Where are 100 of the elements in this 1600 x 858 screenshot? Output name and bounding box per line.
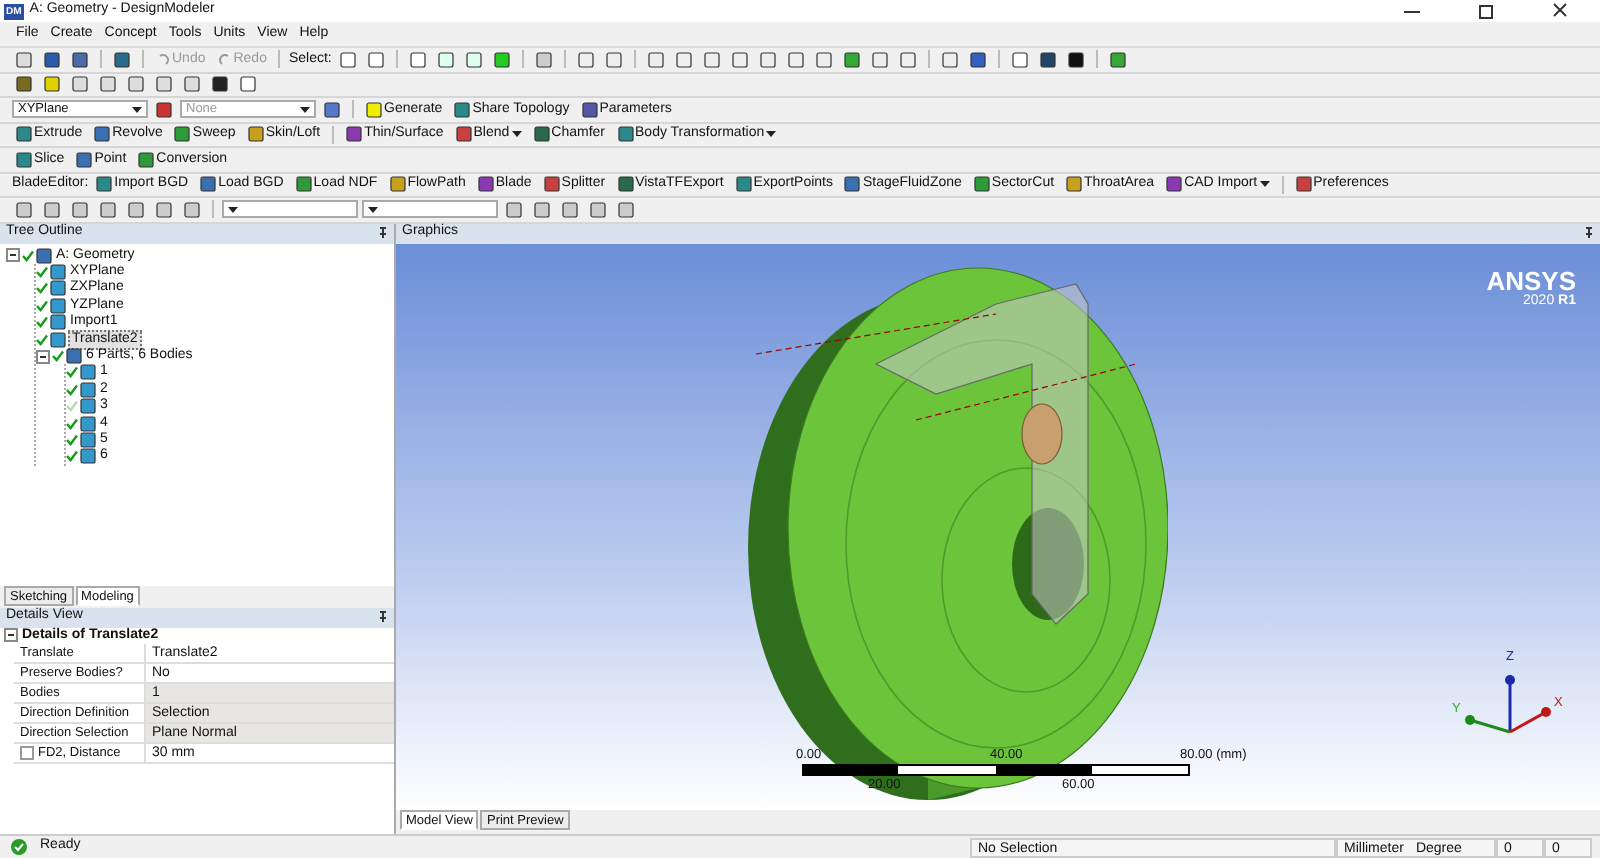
toolbar-button[interactable]: [965, 49, 990, 70]
square-icon: [367, 51, 384, 68]
square-icon: [973, 176, 990, 193]
toolbar-button[interactable]: [68, 49, 92, 70]
caret-icon: [368, 205, 378, 214]
square-icon: [16, 126, 32, 143]
square-icon: [477, 176, 494, 193]
toolbar-button[interactable]: [839, 49, 864, 70]
square-icon: [703, 51, 720, 68]
pin-icon: [378, 610, 388, 624]
square-icon: [1066, 176, 1083, 193]
square-icon: [1039, 51, 1056, 68]
collapse-icon[interactable]: [6, 248, 20, 263]
square-icon: [844, 176, 861, 193]
square-icon: [647, 51, 664, 68]
caret-icon: [132, 105, 142, 114]
square-icon: [76, 151, 93, 168]
check-circle-icon: [10, 838, 28, 856]
square-icon: [16, 201, 32, 218]
close-icon[interactable]: [1548, 2, 1572, 20]
square-icon: [605, 51, 622, 68]
pin-icon: [378, 226, 388, 240]
toolbar-button[interactable]: [1063, 49, 1088, 70]
pin-icon: [1584, 226, 1594, 240]
square-icon: [1067, 51, 1084, 68]
square-icon: [240, 76, 256, 93]
square-icon: [617, 176, 634, 193]
square-icon: [617, 126, 634, 143]
square-icon: [100, 201, 116, 218]
square-icon: [437, 51, 454, 68]
square-icon: [759, 51, 776, 68]
square-icon: [96, 176, 113, 193]
square-icon: [156, 201, 172, 218]
square-icon: [506, 201, 522, 218]
square-icon: [212, 76, 228, 93]
square-icon: [871, 51, 888, 68]
square-icon: [535, 51, 552, 68]
square-icon: [581, 101, 598, 118]
square-icon: [366, 101, 382, 118]
square-icon: [339, 51, 356, 68]
empty-dropdown[interactable]: [222, 200, 358, 219]
square-icon: [44, 201, 60, 218]
square-icon: [72, 51, 88, 68]
square-icon: [72, 201, 88, 218]
square-icon: [675, 51, 692, 68]
square-icon: [455, 126, 472, 143]
square-icon: [618, 201, 634, 218]
empty-dropdown[interactable]: [362, 200, 498, 219]
square-icon: [533, 126, 550, 143]
toolbar-button[interactable]: [152, 99, 176, 120]
square-icon: [899, 51, 916, 68]
square-icon: [184, 201, 200, 218]
undo-icon: [156, 52, 170, 67]
square-icon: [543, 176, 560, 193]
checkbox[interactable]: [20, 745, 34, 760]
square-icon: [465, 51, 482, 68]
toolbar-button[interactable]: [1035, 49, 1060, 70]
square-icon: [577, 51, 594, 68]
square-icon: [16, 51, 32, 68]
toolbar-button[interactable]: [12, 74, 36, 95]
brand-logo: ANSYS: [1486, 267, 1576, 293]
toolbar-button[interactable]: [40, 49, 64, 70]
toolbar-button[interactable]: [1105, 49, 1130, 70]
square-icon: [1166, 176, 1183, 193]
square-icon: [534, 201, 550, 218]
square-icon: [941, 51, 958, 68]
toolbar-button[interactable]: [208, 74, 232, 95]
square-icon: [1109, 51, 1126, 68]
square-icon: [174, 126, 191, 143]
square-icon: [94, 126, 111, 143]
square-icon: [346, 126, 363, 143]
square-icon: [389, 176, 406, 193]
square-icon: [843, 51, 860, 68]
caret-icon: [300, 105, 310, 114]
square-icon: [1295, 176, 1312, 193]
square-icon: [1011, 51, 1028, 68]
square-icon: [324, 101, 340, 118]
square-icon: [200, 176, 217, 193]
collapse-icon[interactable]: [36, 349, 50, 364]
square-icon: [156, 101, 172, 118]
square-icon: [731, 51, 748, 68]
square-icon: [454, 101, 471, 118]
redo-icon: [217, 52, 232, 67]
square-icon: [138, 151, 155, 168]
toolbar-button[interactable]: [110, 49, 134, 70]
square-icon: [493, 51, 510, 68]
square-icon: [247, 126, 264, 143]
square-icon: [16, 151, 32, 168]
maximize-icon[interactable]: [1474, 2, 1498, 20]
square-icon: [815, 51, 832, 68]
square-icon: [590, 201, 606, 218]
square-icon: [562, 201, 578, 218]
caret-icon: [228, 205, 238, 214]
square-icon: [409, 51, 426, 68]
square-icon: [969, 51, 986, 68]
square-icon: [16, 76, 32, 93]
square-icon: [735, 176, 752, 193]
square-icon: [787, 51, 804, 68]
square-icon: [114, 51, 130, 68]
toolbar-button[interactable]: [320, 99, 344, 120]
